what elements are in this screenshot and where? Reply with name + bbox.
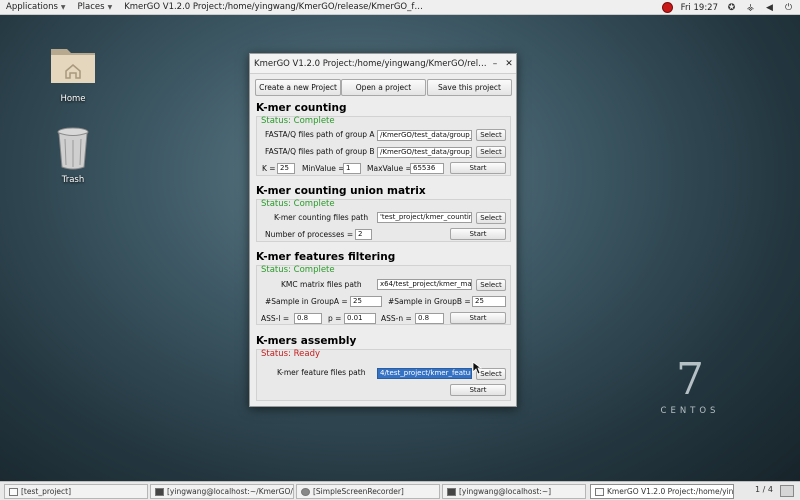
assembly-section-title: K-mers assembly [256, 335, 357, 347]
save-project-button[interactable]: Save this project [427, 79, 512, 96]
group-b-label: FASTA/Q files path of group B [265, 147, 375, 156]
group-a-label: FASTA/Q files path of group A [265, 130, 375, 139]
task-label: [test_project] [21, 487, 72, 496]
union-status: Status: Complete [261, 199, 335, 209]
max-value-input[interactable]: 65536 [410, 163, 444, 174]
assembly-status: Status: Ready [261, 349, 321, 359]
task-item-kmergo[interactable]: KmerGO V1.2.0 Project:/home/ying... [590, 484, 734, 499]
active-window-title: KmerGO V1.2.0 Project:/home/yingwang/Kme… [124, 2, 424, 12]
counting-files-path-input[interactable]: 'test_project/kmer_countings [377, 212, 472, 223]
places-menu[interactable]: Places ▼ [72, 2, 119, 12]
accessibility-icon[interactable]: ✪ [726, 3, 737, 13]
network-icon[interactable]: ⚶ [745, 3, 756, 13]
ass-l-label: ASS-l = [261, 314, 290, 323]
ass-n-label: ASS-n = [381, 314, 412, 323]
task-label: KmerGO V1.2.0 Project:/home/ying... [607, 487, 734, 496]
active-window-menu[interactable]: KmerGO V1.2.0 Project:/home/yingwang/Kme… [118, 2, 430, 12]
create-project-button[interactable]: Create a new Project [255, 79, 341, 96]
assembly-start-button[interactable]: Start [450, 384, 506, 396]
counting-files-label: K-mer counting files path [274, 213, 369, 222]
home-desktop-icon[interactable]: Home [43, 40, 103, 104]
task-item-screen-recorder[interactable]: [SimpleScreenRecorder] [296, 484, 440, 499]
power-icon[interactable]: ⏻ [783, 3, 794, 13]
task-label: [SimpleScreenRecorder] [313, 487, 404, 496]
volume-icon[interactable]: ◀ [764, 3, 775, 13]
processes-label: Number of processes = [265, 230, 354, 239]
counting-status: Status: Complete [261, 116, 335, 126]
union-section-title: K-mer counting union matrix [256, 185, 426, 197]
counting-section-title: K-mer counting [256, 102, 347, 114]
open-project-button[interactable]: Open a project [341, 79, 426, 96]
group-a-path-input[interactable]: /KmerGO/test_data/group_A [377, 130, 472, 141]
ass-n-input[interactable]: 0.8 [415, 313, 444, 324]
union-start-button[interactable]: Start [450, 228, 506, 240]
counting-start-button[interactable]: Start [450, 162, 506, 174]
applications-label: Applications [6, 2, 58, 12]
sample-b-input[interactable]: 25 [472, 296, 506, 307]
min-value-label: MinValue = [302, 164, 345, 173]
trash-icon [57, 127, 89, 170]
terminal-icon [155, 487, 164, 496]
centos-logo: 7 CENTOS [655, 354, 725, 417]
p-value-label: p = [328, 314, 342, 323]
chevron-down-icon: ▼ [60, 3, 66, 11]
k-label: K = [262, 164, 276, 173]
group-b-select-button[interactable]: Select [476, 146, 506, 158]
task-item-test-project[interactable]: [test_project] [4, 484, 148, 499]
applications-menu[interactable]: Applications ▼ [0, 2, 72, 12]
folder-icon [51, 49, 95, 83]
window-icon [595, 487, 604, 496]
centos-version-number: 7 [676, 354, 704, 405]
task-item-terminal-kmergo[interactable]: [yingwang@localhost:~/KmerGO/rel... [150, 484, 294, 499]
feature-files-path-input[interactable]: 4/test_project/kmer_features [377, 368, 472, 379]
filtering-start-button[interactable]: Start [450, 312, 506, 324]
max-value-label: MaxValue = [367, 164, 412, 173]
p-value-input[interactable]: 0.01 [344, 313, 376, 324]
places-label: Places [77, 2, 105, 12]
centos-wordmark: CENTOS [660, 406, 720, 416]
clock[interactable]: Fri 19:27 [681, 3, 718, 13]
task-label: [yingwang@localhost:~/KmerGO/rel... [167, 487, 293, 496]
bottom-taskbar: [test_project] [yingwang@localhost:~/Kme… [0, 481, 800, 500]
terminal-icon [447, 487, 456, 496]
screen-recorder-icon[interactable] [661, 2, 673, 13]
kmc-matrix-label: KMC matrix files path [281, 280, 362, 289]
k-input[interactable]: 25 [277, 163, 295, 174]
chevron-down-icon: ▼ [107, 3, 113, 11]
folder-icon [9, 487, 18, 496]
window-titlebar[interactable]: KmerGO V1.2.0 Project:/home/yingwang/Kme… [250, 54, 516, 74]
workspace-switcher[interactable] [780, 485, 794, 497]
trash-desktop-icon[interactable]: Trash [43, 125, 103, 185]
workspace-pager-label: 1 / 4 [755, 485, 773, 494]
window-title: KmerGO V1.2.0 Project:/home/yingwang/Kme… [254, 58, 488, 69]
sample-b-label: #Sample in GroupB = [388, 297, 471, 306]
group-a-select-button[interactable]: Select [476, 129, 506, 141]
kmergo-window: KmerGO V1.2.0 Project:/home/yingwang/Kme… [249, 53, 517, 407]
ass-l-input[interactable]: 0.8 [294, 313, 322, 324]
task-item-terminal-home[interactable]: [yingwang@localhost:~] [442, 484, 586, 499]
close-icon[interactable]: ✕ [502, 59, 516, 69]
minimize-icon[interactable]: – [488, 59, 502, 69]
sample-a-label: #Sample in GroupA = [265, 297, 348, 306]
feature-files-label: K-mer feature files path [277, 368, 366, 377]
filtering-status: Status: Complete [261, 265, 335, 275]
trash-label: Trash [61, 175, 85, 185]
top-panel: Applications ▼ Places ▼ KmerGO V1.2.0 Pr… [0, 0, 800, 15]
min-value-input[interactable]: 1 [343, 163, 361, 174]
task-label: [yingwang@localhost:~] [459, 487, 552, 496]
home-label: Home [60, 94, 86, 104]
filtering-select-button[interactable]: Select [476, 279, 506, 291]
sample-a-input[interactable]: 25 [350, 296, 382, 307]
recorder-icon [301, 487, 310, 496]
union-select-button[interactable]: Select [476, 212, 506, 224]
kmc-matrix-path-input[interactable]: x64/test_project/kmer_matrix [377, 279, 472, 290]
processes-input[interactable]: 2 [355, 229, 372, 240]
group-b-path-input[interactable]: /KmerGO/test_data/group_B [377, 147, 472, 158]
mouse-cursor-icon [472, 361, 482, 375]
filtering-section-title: K-mer features filtering [256, 251, 396, 263]
